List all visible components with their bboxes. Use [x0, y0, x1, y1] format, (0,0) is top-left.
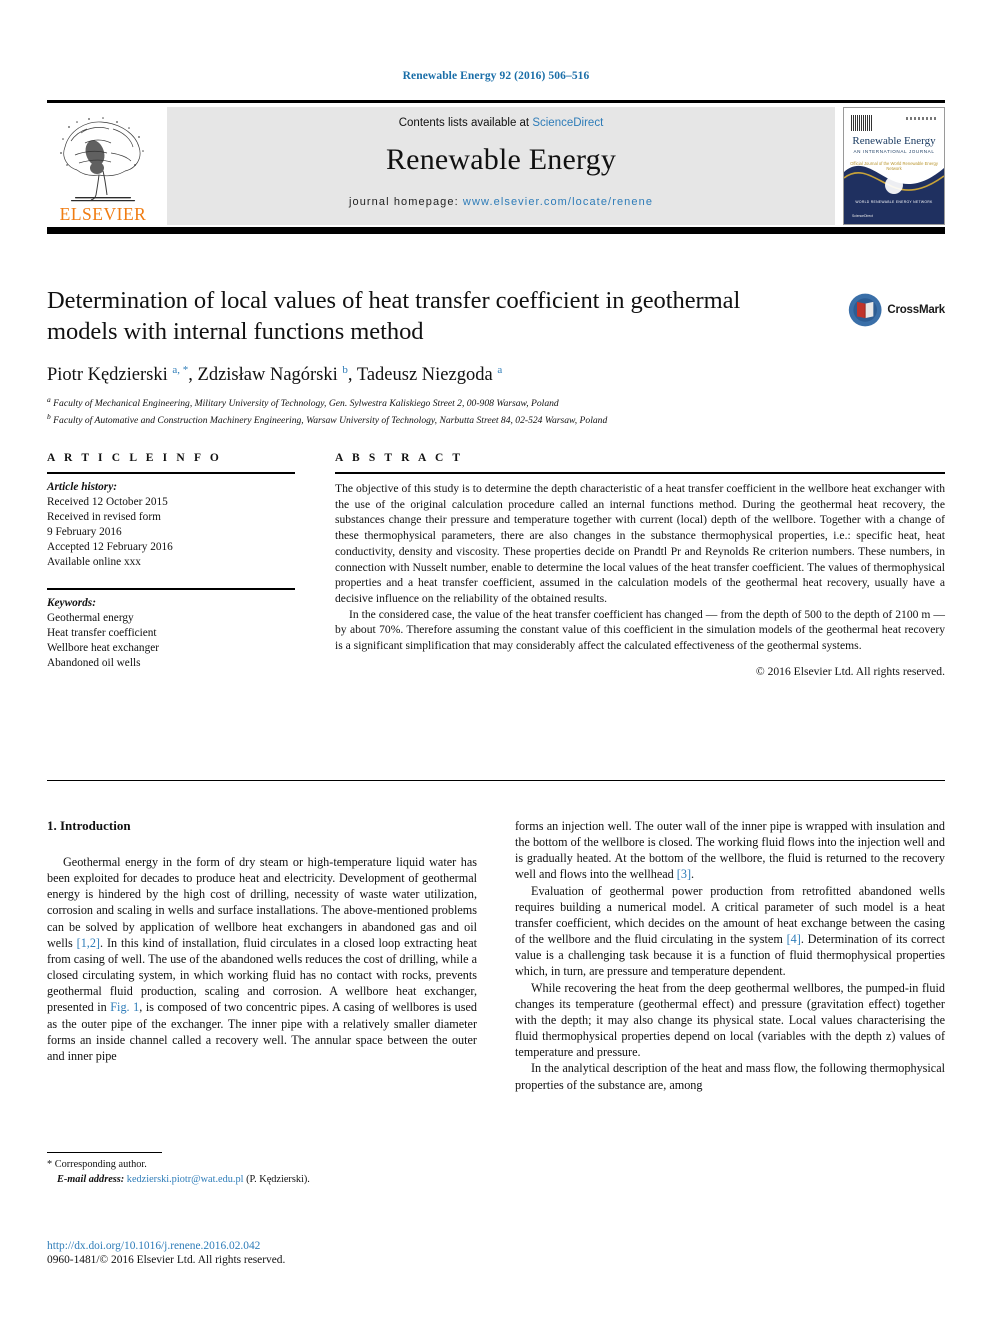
inline-reference[interactable]: [4] — [787, 932, 801, 946]
footnote-email-line: E-mail address: kedzierski.piotr@wat.edu… — [47, 1173, 477, 1187]
email-link[interactable]: kedzierski.piotr@wat.edu.pl — [127, 1174, 244, 1185]
keyword-item: Heat transfer coefficient — [47, 627, 157, 640]
email-owner: (P. Kędzierski). — [246, 1174, 310, 1186]
abstract-heading: A B S T R A C T — [335, 452, 464, 464]
masthead-bottom-rule — [47, 227, 945, 234]
crossmark-badge[interactable]: CrossMark — [847, 286, 945, 334]
journal-homepage-line: journal homepage: www.elsevier.com/locat… — [167, 196, 835, 208]
abstract-paragraph: The objective of this study is to determ… — [335, 482, 945, 605]
inline-reference[interactable]: [1,2] — [77, 936, 100, 950]
body-left-column: 1. Introduction Geothermal energy in the… — [47, 818, 477, 1093]
crossmark-label: CrossMark — [887, 304, 945, 316]
contents-prefix: Contents lists available at — [398, 117, 533, 129]
keywords-rule — [47, 588, 295, 591]
cover-footer-text: ScienceDirect — [852, 214, 873, 218]
info-abstract-region: A R T I C L E I N F O Article history: R… — [47, 452, 945, 678]
abstract-rule — [335, 472, 945, 474]
journal-title: Renewable Energy — [385, 143, 617, 176]
elsevier-wordmark: ELSEVIER — [59, 203, 147, 224]
doi-link[interactable]: http://dx.doi.org/10.1016/j.renene.2016.… — [47, 1240, 547, 1252]
homepage-url-link[interactable]: www.elsevier.com/locate/renene — [463, 196, 653, 208]
keyword-item: Wellbore heat exchanger — [47, 642, 159, 655]
article-info-heading: A R T I C L E I N F O — [47, 452, 222, 464]
keyword-item: Geothermal energy — [47, 612, 134, 625]
keyword-item: Abandoned oil wells — [47, 657, 141, 670]
elsevier-logo: ELSEVIER — [47, 107, 159, 225]
history-item: 9 February 2016 — [47, 526, 122, 539]
body-paragraph: forms an injection well. The outer wall … — [515, 819, 945, 882]
homepage-label: journal homepage: — [348, 196, 463, 208]
abstract-column: A B S T R A C T The objective of this st… — [335, 452, 945, 678]
page-title: Determination of local values of heat tr… — [47, 287, 741, 345]
doi-footer: http://dx.doi.org/10.1016/j.renene.2016.… — [47, 1240, 547, 1266]
history-item: Received 12 October 2015 — [47, 496, 168, 509]
body-paragraph: While recovering the heat from the deep … — [515, 980, 945, 1060]
contents-available-line: Contents lists available at ScienceDirec… — [167, 107, 835, 129]
corresponding-author-footnote: * Corresponding author. E-mail address: … — [47, 1152, 477, 1188]
society-emblem-icon — [885, 176, 903, 194]
paper-page: Renewable Energy 92 (2016) 506–516 ELSEV… — [0, 0, 992, 1323]
body-text-right: forms an injection well. The outer wall … — [515, 818, 945, 1093]
body-right-column: forms an injection well. The outer wall … — [515, 818, 945, 1093]
affiliation-a: a Faculty of Mechanical Engineering, Mil… — [47, 394, 559, 410]
cover-emblem-caption: WORLD RENEWABLE ENERGY NETWORK — [855, 200, 933, 204]
masthead-center-panel: Contents lists available at ScienceDirec… — [167, 107, 835, 225]
inline-reference[interactable]: Fig. 1 — [110, 1000, 139, 1014]
inline-reference[interactable]: [3] — [677, 867, 691, 881]
footnote-corresponding: * Corresponding author. — [47, 1159, 147, 1170]
history-item: Available online xxx — [47, 556, 141, 569]
footnote-rule — [47, 1152, 162, 1153]
body-paragraph: Evaluation of geothermal power productio… — [515, 883, 945, 979]
masthead-top-rule — [47, 100, 945, 103]
cover-issn-mark — [906, 117, 936, 120]
history-item: Accepted 12 February 2016 — [47, 541, 173, 554]
email-label: E-mail address: — [57, 1174, 125, 1186]
issn-copyright: 0960-1481/© 2016 Elsevier Ltd. All right… — [47, 1254, 286, 1266]
running-head: Renewable Energy 92 (2016) 506–516 — [402, 70, 590, 82]
affiliation-b-text: Faculty of Automative and Construction M… — [53, 415, 608, 427]
affiliation-b: b Faculty of Automative and Construction… — [47, 411, 608, 427]
body-columns: 1. Introduction Geothermal energy in the… — [47, 818, 945, 1093]
body-text-left: Geothermal energy in the form of dry ste… — [47, 854, 477, 1064]
affiliation-a-text: Faculty of Mechanical Engineering, Milit… — [53, 398, 559, 410]
elsevier-tree-icon — [60, 116, 144, 201]
keywords-label: Keywords: — [47, 597, 96, 610]
history-item: Received in revised form — [47, 511, 161, 524]
section-heading-introduction: 1. Introduction — [47, 818, 131, 833]
body-paragraph: In the analytical description of the hea… — [515, 1061, 945, 1092]
keywords-block: Keywords: Geothermal energy Heat transfe… — [47, 596, 295, 671]
journal-cover-thumbnail: Renewable Energy AN INTERNATIONAL JOURNA… — [843, 107, 945, 225]
abstract-copyright: © 2016 Elsevier Ltd. All rights reserved… — [755, 664, 945, 678]
section-divider-rule — [47, 780, 945, 781]
journal-masthead: ELSEVIER Contents lists available at Sci… — [47, 100, 945, 234]
sciencedirect-link[interactable]: ScienceDirect — [532, 117, 603, 129]
crossmark-icon — [848, 293, 882, 327]
article-info-column: A R T I C L E I N F O Article history: R… — [47, 452, 295, 678]
abstract-paragraph: In the considered case, the value of the… — [335, 607, 945, 653]
author-list: Piotr Kędzierski a, *, Zdzisław Nagórski… — [47, 363, 503, 385]
article-title-block: Determination of local values of heat tr… — [47, 286, 945, 428]
abstract-text: The objective of this study is to determ… — [335, 481, 945, 654]
article-info-rule — [47, 472, 295, 474]
article-history-block: Article history: Received 12 October 201… — [47, 480, 295, 570]
article-history-label: Article history: — [47, 481, 117, 493]
body-paragraph: Geothermal energy in the form of dry ste… — [47, 855, 477, 1063]
barcode-icon — [851, 115, 873, 131]
